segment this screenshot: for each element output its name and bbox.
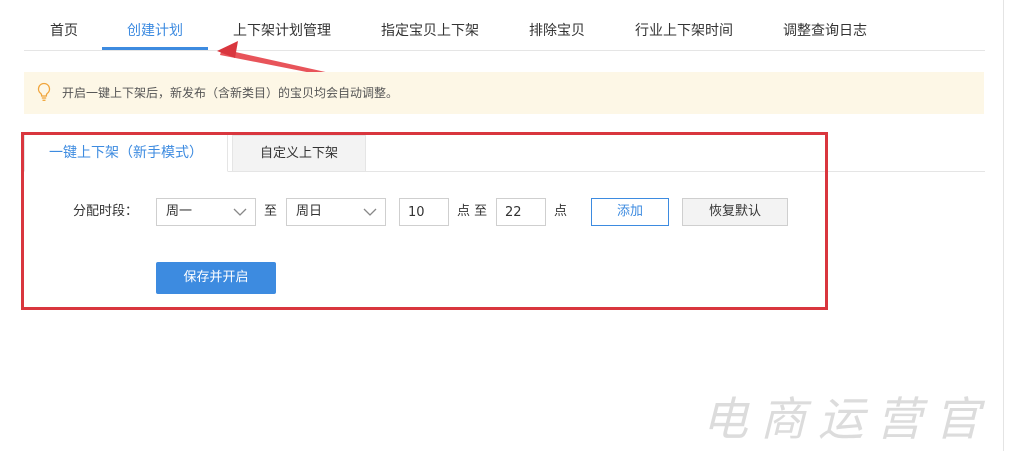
save-and-enable-button[interactable]: 保存并开启 bbox=[156, 262, 276, 294]
add-button[interactable]: 添加 bbox=[591, 198, 669, 226]
hour-to-label: 点 至 bbox=[457, 204, 488, 219]
start-day-value: 周一 bbox=[166, 204, 193, 219]
notice-text: 开启一键上下架后，新发布（含新类目）的宝贝均会自动调整。 bbox=[62, 86, 399, 100]
chevron-down-icon bbox=[363, 208, 377, 216]
start-hour-input[interactable] bbox=[399, 198, 449, 226]
lightbulb-icon bbox=[37, 82, 51, 101]
nav-tab-specified-items[interactable]: 指定宝贝上下架 bbox=[381, 12, 479, 50]
end-hour-input[interactable] bbox=[496, 198, 546, 226]
nav-tab-excluded-items[interactable]: 排除宝贝 bbox=[529, 12, 585, 50]
end-day-select[interactable]: 周日 bbox=[286, 198, 386, 226]
reset-default-button[interactable]: 恢复默认 bbox=[682, 198, 788, 226]
start-day-select[interactable]: 周一 bbox=[156, 198, 256, 226]
page-border bbox=[1003, 0, 1004, 451]
nav-tab-industry-time[interactable]: 行业上下架时间 bbox=[635, 12, 733, 50]
nav-tab-adjust-log[interactable]: 调整查询日志 bbox=[783, 12, 867, 50]
tab-custom-schedule[interactable]: 自定义上下架 bbox=[232, 135, 366, 172]
tab-one-click-novice[interactable]: 一键上下架（新手模式） bbox=[24, 132, 228, 172]
chevron-down-icon bbox=[233, 208, 247, 216]
hour-unit-label: 点 bbox=[554, 204, 568, 219]
to-label: 至 bbox=[264, 204, 278, 219]
watermark-text: 电商运营官 bbox=[702, 392, 992, 446]
period-label: 分配时段： bbox=[73, 204, 139, 219]
notice-bar: 开启一键上下架后，新发布（含新类目）的宝贝均会自动调整。 bbox=[24, 72, 984, 114]
end-day-value: 周日 bbox=[296, 204, 323, 219]
